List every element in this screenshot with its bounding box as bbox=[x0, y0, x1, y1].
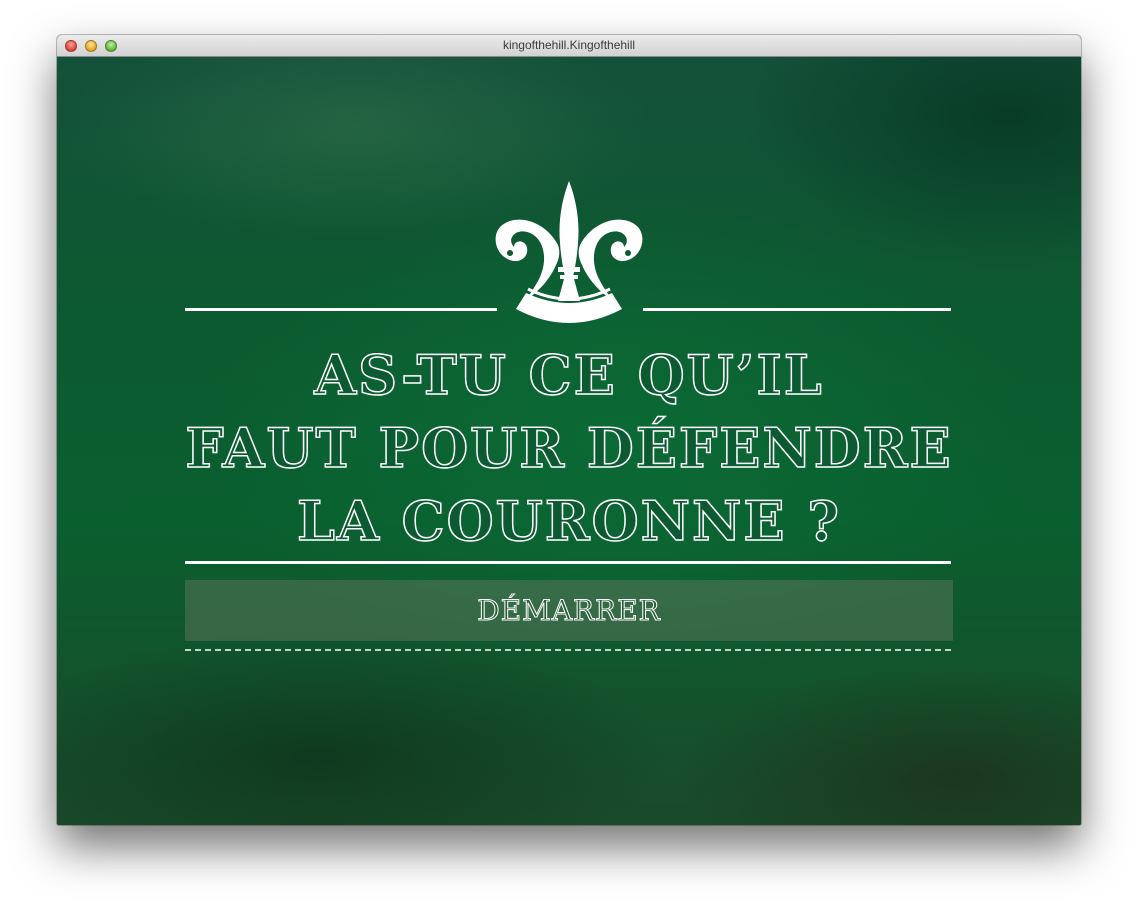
divider-left bbox=[185, 308, 497, 311]
headline-line: FAUT POUR DÉFENDRE bbox=[185, 415, 953, 481]
headline: AS-TU CE QU’IL FAUT POUR DÉFENDRE LA COU… bbox=[177, 339, 961, 558]
app-window: kingofthehill.Kingofthehill AS-TU CE QU’… bbox=[57, 35, 1081, 825]
start-button-label: DÉMARRER bbox=[477, 594, 661, 628]
headline-line: LA COURONNE ? bbox=[296, 488, 841, 554]
main-screen: AS-TU CE QU’IL FAUT POUR DÉFENDRE LA COU… bbox=[57, 57, 1081, 825]
window-title: kingofthehill.Kingofthehill bbox=[502, 38, 636, 52]
divider-bottom bbox=[185, 561, 951, 564]
title-bar[interactable]: kingofthehill.Kingofthehill bbox=[57, 35, 1081, 57]
divider-right bbox=[643, 308, 951, 311]
fleur-de-lis-icon bbox=[495, 181, 643, 323]
dashed-divider bbox=[185, 649, 951, 651]
headline-line: AS-TU CE QU’IL bbox=[313, 342, 824, 408]
start-button[interactable]: DÉMARRER bbox=[185, 580, 953, 641]
